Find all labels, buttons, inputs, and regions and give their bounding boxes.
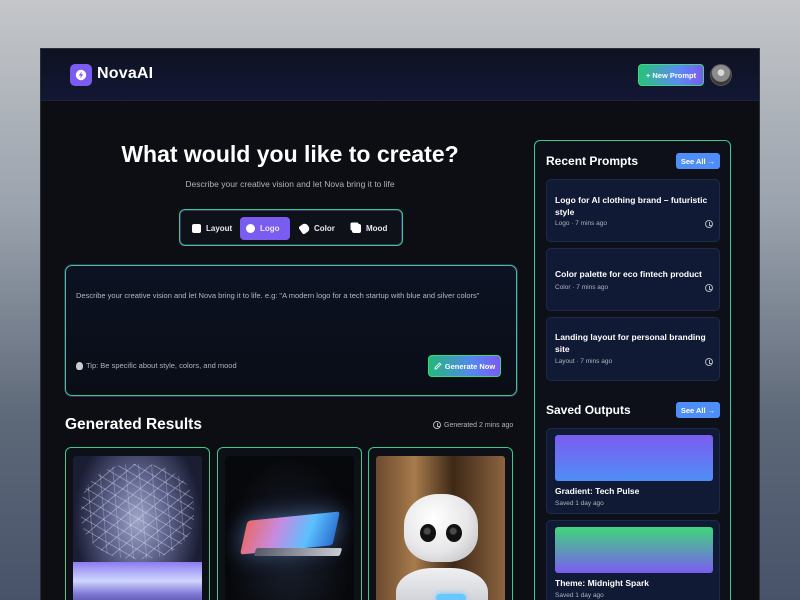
app-name: NovaAI: [97, 65, 154, 82]
saved-output-item[interactable]: Theme: Midnight Spark Saved 1 day ago: [546, 520, 720, 600]
tab-label: Layout: [206, 224, 233, 233]
recent-prompt-title: Landing layout for personal branding sit…: [555, 332, 706, 354]
saved-outputs-title: Saved Outputs: [546, 403, 631, 417]
tip-text: Tip: Be specific about style, colors, an…: [86, 361, 237, 370]
result-card[interactable]: [368, 447, 513, 600]
logo-icon: [246, 224, 255, 233]
gradient-swatch: [555, 527, 713, 573]
clock-icon: [705, 284, 713, 292]
results-title: Generated Results: [65, 416, 202, 433]
tab-layout[interactable]: Layout: [186, 217, 236, 240]
recent-prompt-meta: Logo · 7 mins ago: [555, 220, 608, 227]
glowing-platform-graphic: [73, 562, 202, 600]
generate-now-button[interactable]: Generate Now: [428, 355, 501, 377]
results-time-text: Generated 2 mins ago: [444, 421, 514, 429]
robot-eye-graphic: [420, 524, 436, 542]
prompt-tip: Tip: Be specific about style, colors, an…: [76, 361, 237, 370]
page-title: What would you like to create?: [121, 141, 459, 167]
tab-logo[interactable]: Logo: [240, 217, 290, 240]
saved-output-title: Theme: Midnight Spark: [555, 578, 649, 588]
layout-icon: [192, 224, 201, 233]
saved-output-title: Gradient: Tech Pulse: [555, 486, 640, 496]
recent-prompt-meta: Layout · 7 mins ago: [555, 358, 613, 365]
recent-prompts-title: Recent Prompts: [546, 154, 639, 168]
clock-icon: [705, 220, 713, 228]
prompt-placeholder[interactable]: Describe your creative vision and let No…: [76, 290, 506, 301]
result-card[interactable]: [217, 447, 362, 600]
tab-color[interactable]: Color: [294, 217, 344, 240]
user-avatar[interactable]: [710, 64, 732, 86]
prompt-input-box[interactable]: Describe your creative vision and let No…: [65, 265, 517, 396]
app-window: NovaAI + New Prompt What would you like …: [40, 48, 760, 600]
recent-prompt-item[interactable]: Logo for AI clothing brand – futuristic …: [546, 179, 720, 242]
pencil-icon: [434, 362, 442, 370]
neural-network-graphic: [81, 464, 194, 559]
robot-torso-graphic: [396, 568, 488, 600]
saved-output-meta: Saved 1 day ago: [555, 500, 604, 507]
top-nav-bar: NovaAI + New Prompt: [41, 49, 759, 101]
recent-prompt-title: Logo for AI clothing brand – futuristic …: [555, 195, 708, 217]
tab-label: Color: [314, 224, 335, 233]
new-prompt-button[interactable]: + New Prompt: [638, 64, 704, 86]
side-panel: Recent Prompts See All → Logo for AI clo…: [534, 140, 731, 600]
result-image-laptop[interactable]: [225, 456, 354, 600]
copy-icon: [352, 224, 361, 233]
tab-mood[interactable]: Mood: [346, 217, 398, 240]
recent-see-all-button[interactable]: See All →: [676, 153, 720, 169]
saved-see-all-button[interactable]: See All →: [676, 402, 720, 418]
recent-prompt-meta: Color · 7 mins ago: [555, 284, 609, 291]
generate-label: Generate Now: [444, 361, 496, 371]
result-card[interactable]: [65, 447, 210, 600]
creation-type-tabs: Layout Logo Color Mood: [179, 209, 403, 246]
result-image-robot[interactable]: [376, 456, 505, 600]
nova-logo-icon[interactable]: [70, 64, 92, 86]
saved-output-item[interactable]: Gradient: Tech Pulse Saved 1 day ago: [546, 428, 720, 514]
results-timestamp: Generated 2 mins ago: [433, 421, 513, 429]
saved-output-meta: Saved 1 day ago: [555, 592, 604, 599]
gradient-swatch: [555, 435, 713, 481]
tab-label: Mood: [366, 224, 388, 233]
clock-icon: [705, 358, 713, 366]
lightbulb-icon: [76, 361, 83, 370]
laptop-base-graphic: [253, 548, 343, 556]
robot-eye-graphic: [446, 524, 462, 542]
page-subtitle: Describe your creative vision and let No…: [185, 179, 395, 189]
eraser-icon: [298, 222, 311, 235]
recent-prompt-title: Color palette for eco fintech product: [555, 269, 702, 279]
recent-prompt-item[interactable]: Landing layout for personal branding sit…: [546, 317, 720, 381]
clock-icon: [433, 421, 441, 429]
recent-prompt-item[interactable]: Color palette for eco fintech product Co…: [546, 248, 720, 311]
tab-label: Logo: [260, 224, 280, 233]
robot-head-graphic: [404, 494, 478, 562]
result-image-neural-brain[interactable]: [73, 456, 202, 600]
